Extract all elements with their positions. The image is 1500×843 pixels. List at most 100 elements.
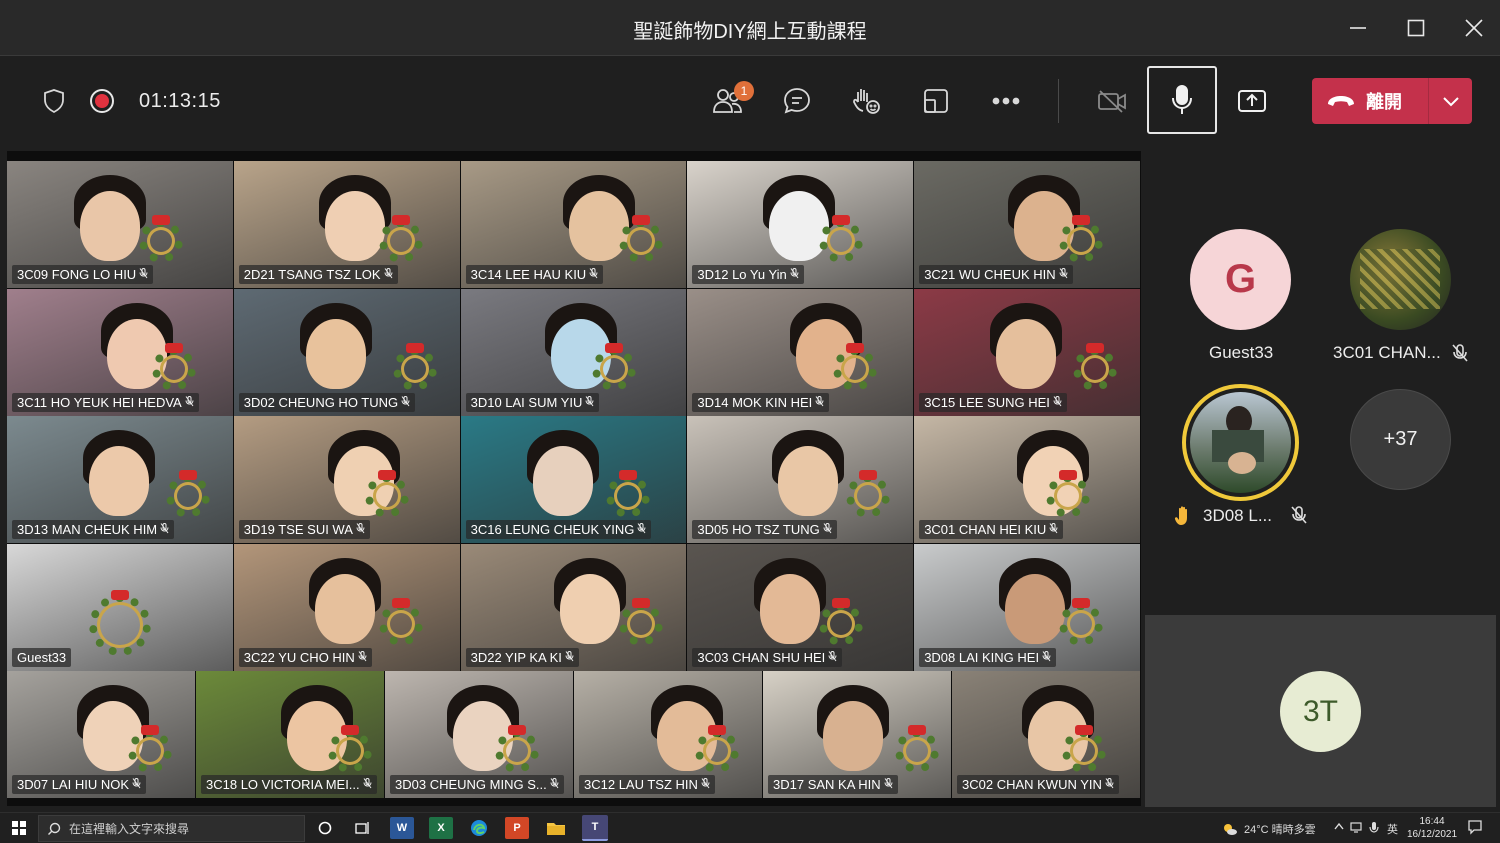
- more-actions-button[interactable]: [984, 79, 1028, 123]
- wreath-bow: [178, 470, 197, 480]
- close-icon: [1465, 19, 1483, 37]
- meeting-info-button[interactable]: [32, 79, 76, 123]
- participant-video-tile[interactable]: 3C11 HO YEUK HEI HEDVA: [7, 289, 234, 416]
- participant-face: [823, 701, 884, 771]
- start-button[interactable]: [7, 817, 31, 839]
- participant-video-tile[interactable]: Guest33: [7, 544, 234, 671]
- maximize-button[interactable]: [1398, 10, 1434, 46]
- participant-video-tile[interactable]: 3D22 YIP KA KI: [460, 544, 688, 671]
- chat-button[interactable]: [775, 79, 819, 123]
- camera-toggle-button[interactable]: [1090, 79, 1134, 123]
- wreath-bow: [831, 215, 850, 225]
- participant-video-tile[interactable]: 3D03 CHEUNG MING S...: [385, 671, 574, 798]
- participant-name-tag: 3C02 CHAN KWUN YIN: [957, 775, 1119, 794]
- wreath-bow: [632, 215, 651, 225]
- participant-name: 3D17 SAN KA HIN: [773, 777, 881, 792]
- breakout-rooms-button[interactable]: [914, 79, 958, 123]
- participant-video-tile[interactable]: 3C02 CHAN KWUN YIN: [952, 671, 1141, 798]
- mic-muted-icon: [589, 267, 598, 282]
- word-app-icon[interactable]: W: [390, 817, 414, 839]
- excel-app-icon[interactable]: X: [429, 817, 453, 839]
- wreath-bow: [1074, 725, 1093, 735]
- guest-name: Guest33: [1209, 343, 1274, 362]
- shield-icon: [44, 89, 64, 114]
- wreath-bow: [831, 598, 850, 608]
- wreath-ornament: [392, 347, 437, 391]
- participant-name-tag: 3C18 LO VICTORIA MEI...: [201, 775, 377, 794]
- participant-video-tile[interactable]: 2D21 TSANG TSZ LOK: [233, 161, 461, 288]
- leave-button[interactable]: 離開: [1312, 78, 1428, 124]
- participant-face: [1004, 574, 1065, 644]
- participant-video-tile[interactable]: 3C12 LAU TSZ HIN: [574, 671, 763, 798]
- wreath-ornament: [1059, 219, 1104, 263]
- maximize-icon: [1407, 19, 1425, 37]
- participant-video-tile[interactable]: 3D14 MOK KIN HEI: [687, 289, 915, 416]
- participant-video-tile[interactable]: 3D19 TSE SUI WA: [233, 416, 461, 543]
- notification-center-icon[interactable]: [1467, 819, 1483, 838]
- participant-video-tile[interactable]: 3D12 Lo Yu Yin: [687, 161, 915, 288]
- task-view-button[interactable]: [351, 817, 375, 839]
- participant-video-tile[interactable]: 3C03 CHAN SHU HEI: [687, 544, 915, 671]
- participant-video-tile[interactable]: 3C18 LO VICTORIA MEI...: [196, 671, 385, 798]
- mic-muted-icon: [132, 777, 141, 792]
- ime-indicator[interactable]: 英: [1387, 821, 1398, 837]
- more-participants-button[interactable]: +37: [1350, 389, 1451, 490]
- taskbar-clock[interactable]: 16:44 16/12/2021: [1402, 815, 1462, 841]
- cortana-button[interactable]: [313, 817, 337, 839]
- mic-muted-icon: [1452, 344, 1468, 362]
- record-icon: [90, 89, 114, 113]
- participant-video-tile[interactable]: 3D02 CHEUNG HO TUNG: [233, 289, 461, 416]
- clock-date: 16/12/2021: [1406, 829, 1458, 840]
- participant-name: 3C02 CHAN KWUN YIN: [962, 777, 1102, 792]
- task-view-icon: [355, 822, 369, 834]
- participant-name-tag: 3C11 HO YEUK HEI HEDVA: [12, 393, 199, 412]
- participant-video-tile[interactable]: 3D05 HO TSZ TUNG: [687, 416, 915, 543]
- taskbar-search-box[interactable]: 在這裡輸入文字來搜尋: [38, 815, 305, 842]
- participant-video-tile[interactable]: 3D10 LAI SUM YIU: [460, 289, 688, 416]
- wreath-ornament: [1072, 347, 1117, 391]
- teams-app-icon[interactable]: T: [582, 815, 608, 841]
- participant-video-tile[interactable]: 3C01 CHAN HEI KIU: [914, 416, 1141, 543]
- participant-video-tile[interactable]: 3D17 SAN KA HIN: [763, 671, 952, 798]
- participant-video-tile[interactable]: 3C15 LEE SUNG HEI: [914, 289, 1141, 416]
- participant-video-tile[interactable]: 3C16 LEUNG CHEUK YING: [460, 416, 688, 543]
- leave-options-button[interactable]: [1429, 78, 1472, 124]
- mic-muted-icon: [401, 395, 410, 410]
- participant-name: 3C21 WU CHEUK HIN: [924, 267, 1056, 282]
- wreath-bow: [1072, 598, 1091, 608]
- participant-video-tile[interactable]: 3D13 MAN CHEUK HIM: [7, 416, 234, 543]
- participant-video-tile[interactable]: 3C14 LEE HAU KIU: [460, 161, 688, 288]
- participant-name-tag: 3C01 CHAN HEI KIU: [919, 520, 1064, 539]
- mic-muted-icon: [356, 522, 365, 537]
- guest-avatar[interactable]: G: [1190, 229, 1291, 330]
- microphone-toggle-button[interactable]: [1147, 66, 1217, 134]
- minimize-button[interactable]: [1340, 10, 1376, 46]
- participant-face: [769, 191, 830, 261]
- participant-name-tag: 3D14 MOK KIN HEI: [692, 393, 830, 412]
- wreath-ornament: [1045, 474, 1090, 518]
- file-explorer-icon[interactable]: [544, 817, 568, 839]
- tray-overflow-icon[interactable]: [1333, 821, 1345, 834]
- close-button[interactable]: [1456, 10, 1492, 46]
- participant-name: 3C03 CHAN SHU HEI: [697, 650, 826, 665]
- participant-video-tile[interactable]: 3D08 LAI KING HEI: [914, 544, 1141, 671]
- edge-app-icon[interactable]: [467, 817, 491, 839]
- participant-name: 3C18 LO VICTORIA MEI...: [206, 777, 360, 792]
- participant-name-tag: 2D21 TSANG TSZ LOK: [238, 265, 398, 284]
- network-icon[interactable]: [1350, 821, 1364, 836]
- powerpoint-app-icon[interactable]: P: [505, 817, 529, 839]
- participant-name-tag: 3C16 LEUNG CHEUK YING: [465, 520, 652, 539]
- active-speaker-avatar[interactable]: [1182, 384, 1299, 501]
- weather-widget[interactable]: 24°C 晴時多雲: [1222, 821, 1316, 837]
- participant-video-tile[interactable]: 3C21 WU CHEUK HIN: [914, 161, 1141, 288]
- recording-indicator: [80, 79, 124, 123]
- participant-video-tile[interactable]: 3C09 FONG LO HIU: [7, 161, 234, 288]
- tray-mic-icon[interactable]: [1369, 821, 1379, 838]
- speaker-label-row: 3D08 L...: [1173, 505, 1272, 527]
- participant-avatar-chan[interactable]: [1350, 229, 1451, 330]
- wreath-ornament: [1059, 602, 1104, 646]
- participant-video-tile[interactable]: 3C22 YU CHO HIN: [233, 544, 461, 671]
- raise-hand-button[interactable]: [844, 79, 888, 123]
- share-content-button[interactable]: [1230, 79, 1274, 123]
- participant-video-tile[interactable]: 3D07 LAI HIU NOK: [7, 671, 196, 798]
